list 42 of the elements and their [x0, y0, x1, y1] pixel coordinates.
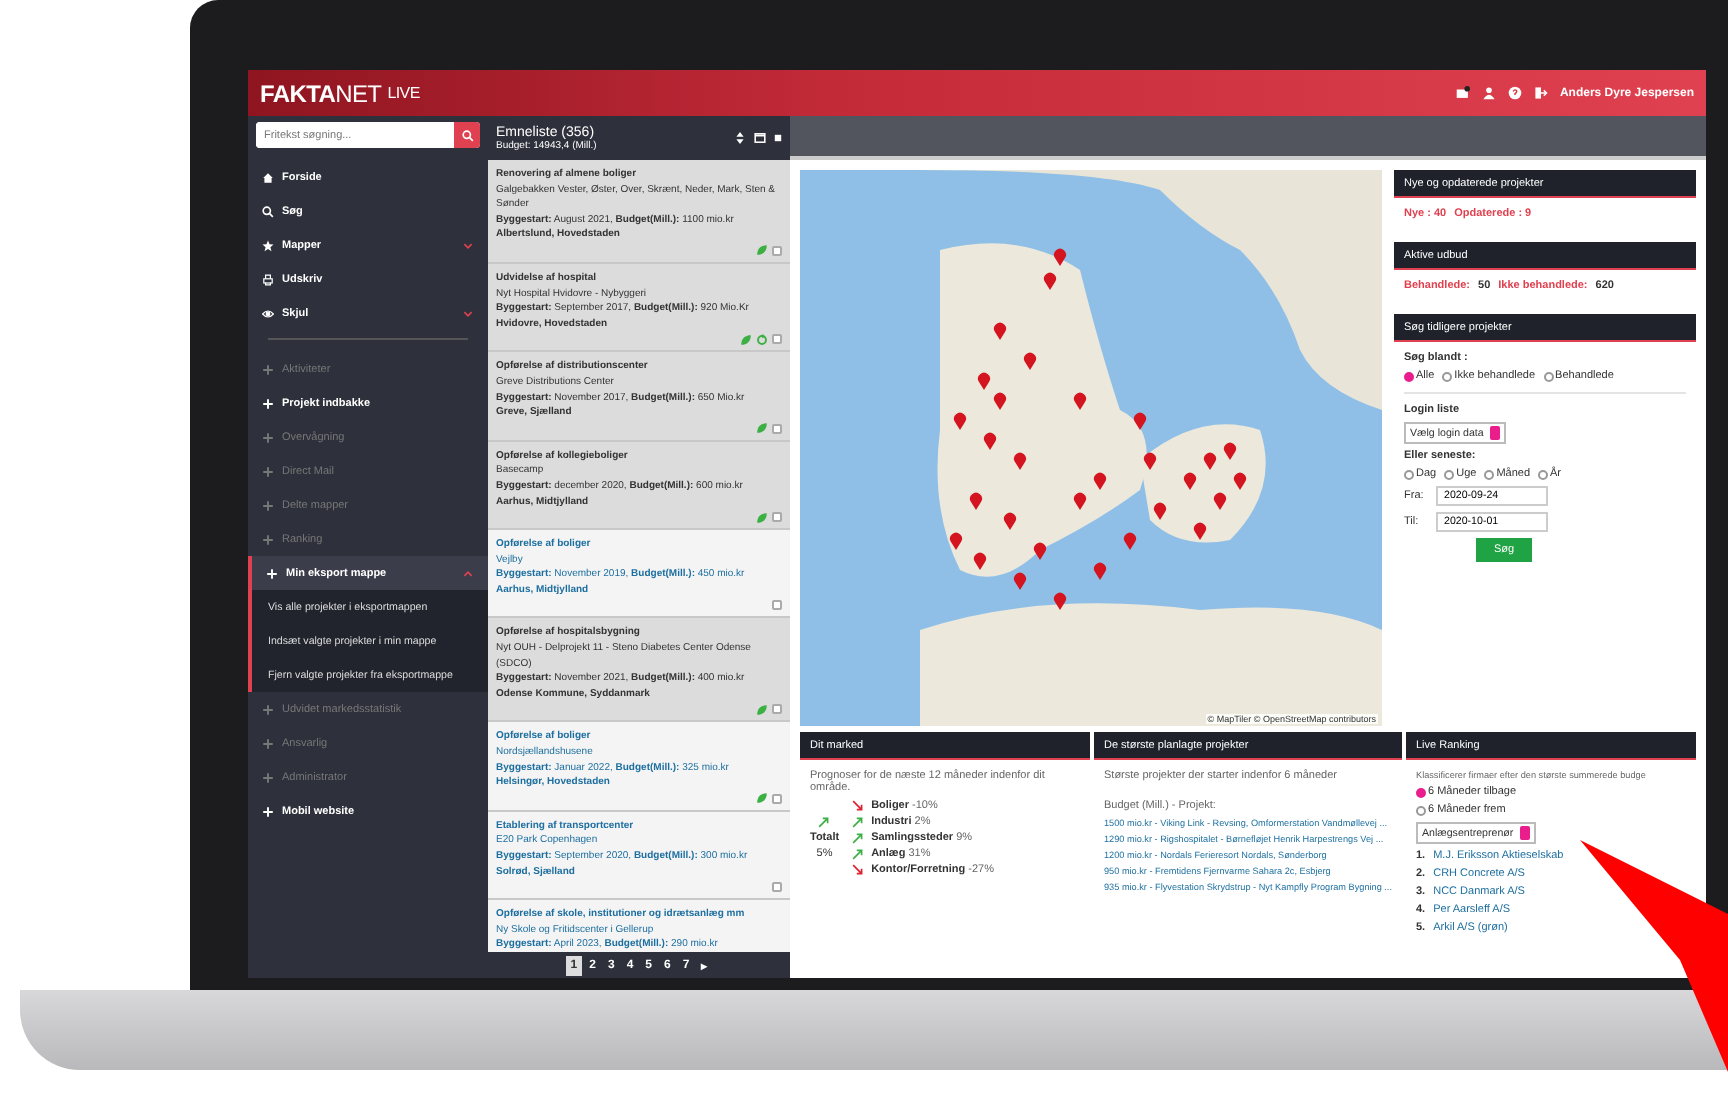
leaf-icon: [756, 703, 768, 716]
leaf-icon: [756, 422, 768, 435]
plus-icon: [262, 363, 274, 375]
plus-icon: [262, 805, 274, 817]
plus-icon: [262, 533, 274, 545]
checkbox[interactable]: [772, 600, 782, 611]
mail-icon[interactable]: [1455, 86, 1470, 100]
faktanet-live-logo: FAKTANET LIVE: [260, 79, 422, 107]
checkbox[interactable]: [772, 423, 782, 434]
plus-icon: [262, 703, 274, 715]
checkbox[interactable]: [772, 704, 782, 715]
eye-icon: [262, 307, 274, 319]
recycle-icon: [756, 333, 768, 346]
leaf-icon: [756, 511, 768, 524]
search-icon: [461, 129, 473, 141]
checkbox[interactable]: [772, 882, 782, 893]
plus-icon: [262, 431, 274, 443]
leaf-icon: [756, 792, 768, 805]
checkbox[interactable]: [772, 334, 782, 345]
plus-icon: [262, 737, 274, 749]
logout-icon[interactable]: [1533, 86, 1548, 100]
checkbox[interactable]: [772, 793, 782, 804]
search-button[interactable]: [454, 122, 480, 148]
plus-icon: [266, 567, 278, 579]
printer-icon: [262, 273, 274, 285]
square-icon[interactable]: [774, 134, 782, 142]
plus-icon: [262, 465, 274, 477]
sort-icon[interactable]: [734, 132, 746, 144]
help-icon[interactable]: [1507, 86, 1522, 100]
home-icon: [262, 171, 274, 183]
plus-icon: [262, 397, 274, 409]
chevron-up-icon: [462, 567, 474, 579]
plus-icon: [262, 499, 274, 511]
search-icon: [262, 205, 274, 217]
plus-icon: [262, 771, 274, 783]
user-icon[interactable]: [1481, 86, 1496, 100]
checkbox[interactable]: [772, 245, 782, 256]
checkbox[interactable]: [772, 512, 782, 523]
leaf-icon: [740, 333, 752, 346]
window-icon[interactable]: [754, 132, 766, 144]
star-icon: [262, 239, 274, 251]
leaf-icon: [756, 244, 768, 257]
